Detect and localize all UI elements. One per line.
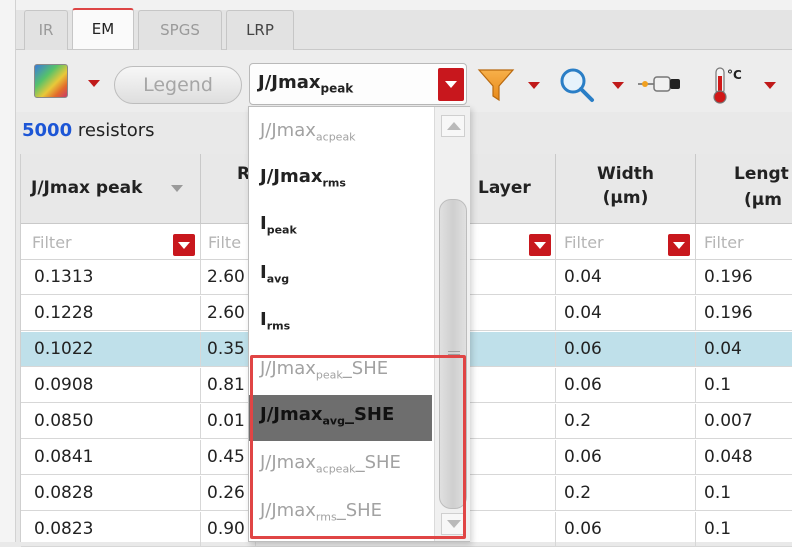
cell-length: 0.1: [696, 368, 792, 403]
resistor-count: 5000 resistors: [22, 120, 155, 141]
cell-jjmax: 0.1313: [21, 260, 201, 295]
option-subscript: rms: [322, 176, 346, 190]
thermometer-dropdown-caret[interactable]: [764, 82, 776, 89]
filter-dropdown-caret[interactable]: [528, 82, 540, 89]
column-header-width[interactable]: Width (µm): [556, 154, 696, 224]
heatmap-icon[interactable]: [34, 64, 68, 98]
option-subscript: peak: [266, 223, 297, 237]
thermometer-icon[interactable]: °C: [706, 62, 752, 106]
cell-length: 0.048: [696, 440, 792, 475]
filter-icon[interactable]: [476, 62, 516, 106]
option-main-text: I: [260, 213, 267, 234]
dropdown-option-i-rms[interactable]: Irms: [260, 309, 290, 333]
cell-length: 0.196: [696, 260, 792, 295]
cell-length: 0.007: [696, 404, 792, 439]
zoom-dropdown-caret[interactable]: [612, 82, 624, 89]
cell-width: 0.06: [556, 332, 696, 367]
tab-em[interactable]: EM: [72, 8, 134, 49]
thermometer-unit-label: °C: [727, 68, 742, 82]
legend-button[interactable]: Legend: [114, 66, 242, 104]
column-header-jjmax[interactable]: J/Jmax peak: [21, 154, 201, 224]
dropdown-option-i-peak[interactable]: Ipeak: [260, 213, 297, 237]
cell-jjmax: 0.1022: [21, 332, 201, 367]
filter-dropdown-button[interactable]: [668, 234, 690, 256]
cell-jjmax: 0.0908: [21, 368, 201, 403]
option-subscript: avg: [266, 272, 290, 286]
dropdown-option-jjmax-rms[interactable]: J/Jmaxrms: [260, 166, 346, 190]
tab-ir[interactable]: IR: [24, 10, 68, 50]
option-main-text: J/Jmax: [260, 166, 323, 187]
cell-length: 0.04: [696, 332, 792, 367]
probe-icon[interactable]: [636, 62, 684, 106]
annotation-highlight-box: [250, 355, 466, 539]
cell-jjmax: 0.1228: [21, 296, 201, 331]
filter-field-jjmax[interactable]: Filter: [21, 224, 201, 260]
cell-width: 0.06: [556, 440, 696, 475]
cell-jjmax: 0.0850: [21, 404, 201, 439]
cell-width: 0.04: [556, 260, 696, 295]
cell-width: 0.04: [556, 296, 696, 331]
cell-width: 0.2: [556, 404, 696, 439]
option-main-text: I: [260, 262, 267, 283]
dropdown-option-i-avg[interactable]: Iavg: [260, 262, 289, 286]
option-main-text: I: [260, 309, 267, 330]
cell-length: 0.196: [696, 296, 792, 331]
filter-field-width[interactable]: Filter: [556, 224, 696, 260]
column-header-length[interactable]: Lengt (µm: [696, 154, 792, 224]
option-subscript: acpeak: [315, 130, 356, 144]
option-main-text: J/Jmax: [260, 120, 316, 141]
heatmap-dropdown-caret[interactable]: [88, 80, 100, 87]
sort-desc-icon: [171, 185, 183, 192]
dropdown-option-jjmax-acpeak[interactable]: J/Jmaxacpeak: [260, 120, 356, 144]
cell-jjmax: 0.0841: [21, 440, 201, 475]
cell-length: 0.1: [696, 476, 792, 511]
tab-lrp[interactable]: LRP: [226, 10, 294, 50]
zoom-icon[interactable]: [556, 62, 596, 106]
scroll-up-arrow-icon[interactable]: [441, 115, 465, 137]
tab-spgs[interactable]: SPGS: [138, 10, 222, 50]
option-subscript: rms: [266, 319, 291, 333]
filter-dropdown-button[interactable]: [529, 234, 551, 256]
window-left-edge: [0, 0, 16, 542]
metric-combobox-arrow[interactable]: [438, 68, 464, 101]
cell-width: 0.06: [556, 368, 696, 403]
metric-combobox-value: J/Jmaxpeak: [258, 72, 354, 96]
cell-jjmax: 0.0828: [21, 476, 201, 511]
filter-field-length[interactable]: Filter: [696, 224, 792, 260]
filter-dropdown-button[interactable]: [173, 234, 195, 256]
cell-width: 0.2: [556, 476, 696, 511]
